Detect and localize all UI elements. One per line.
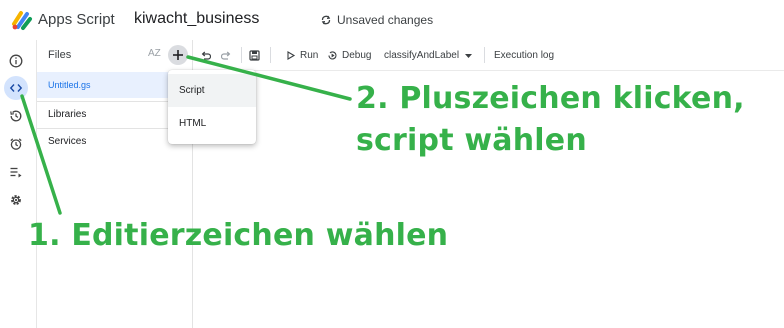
run-button[interactable]: Run [285,45,318,65]
info-icon [9,54,23,68]
project-name[interactable]: kiwacht_business [134,10,259,28]
save-status-text: Unsaved changes [337,13,434,27]
debug-label: Debug [342,49,372,61]
gear-icon [11,195,21,205]
toolbar-separator [484,47,485,63]
toolbar-separator [270,47,271,63]
sort-az-icon[interactable]: AZ [148,48,161,59]
menu-item-script[interactable]: Script [168,74,256,107]
menu-item-html[interactable]: HTML [168,107,256,140]
annotation-step-2-line-1: 2. Pluszeichen klicken, [356,81,745,116]
undo-button[interactable] [200,45,211,65]
file-item-name[interactable]: Untitled.gs [48,80,91,90]
play-icon [287,50,296,60]
save-status: Unsaved changes [320,13,433,27]
toolbar-separator [241,47,242,63]
debug-button[interactable]: Debug [327,45,371,65]
history-button[interactable] [4,104,28,128]
editor-button[interactable] [4,76,28,100]
settings-button[interactable] [4,188,28,212]
apps-script-logo-icon[interactable] [10,8,34,32]
execution-log-label: Execution log [494,49,555,61]
annotation-step-2-line-2: script wählen [356,123,587,158]
libraries-label[interactable]: Libraries [48,109,86,120]
executions-button[interactable] [4,160,28,184]
history-icon [10,110,22,122]
code-icon [9,84,23,92]
redo-icon [221,51,231,60]
toolbar-divider [192,70,784,71]
undo-icon [201,51,211,60]
function-select[interactable]: classifyAndLabel [384,45,474,65]
function-select-value: classifyAndLabel [384,49,460,61]
plus-icon [173,50,183,60]
sync-icon [321,15,331,25]
overview-button[interactable] [4,49,28,73]
add-file-menu: Script HTML [168,70,256,144]
alarm-icon [10,138,22,150]
save-icon [249,49,260,61]
triggers-button[interactable] [4,132,28,156]
files-title: Files [48,49,72,61]
dropdown-arrow-icon [465,53,473,58]
executions-icon [10,167,22,178]
app-name: Apps Script [38,11,115,28]
services-label[interactable]: Services [48,136,86,147]
annotation-step-1: 1. Editierzeichen wählen [28,218,449,253]
execution-log-button[interactable]: Execution log [494,45,554,65]
add-file-button[interactable] [168,45,188,65]
debug-icon [328,50,337,59]
redo-button[interactable] [221,45,232,65]
run-label: Run [300,49,319,61]
save-button[interactable] [249,45,260,65]
annotation-step-2: 2. Pluszeichen klicken, script wählen [356,78,745,162]
